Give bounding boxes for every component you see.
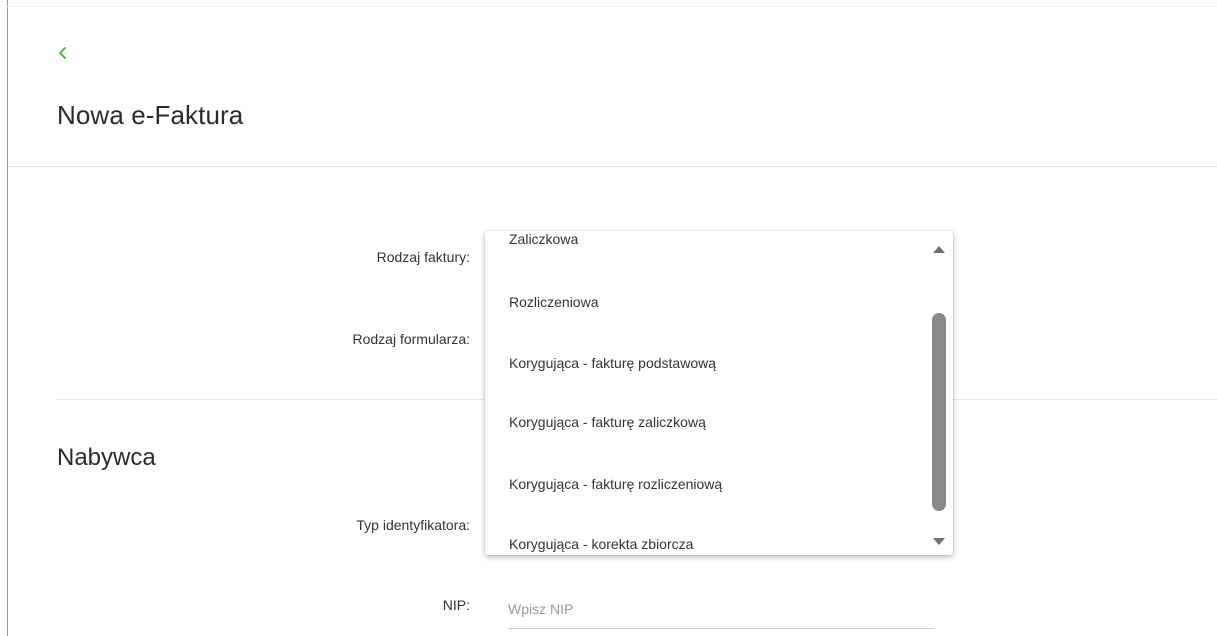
buyer-section-title: Nabywca	[57, 444, 156, 471]
invoice-type-dropdown[interactable]: Zaliczkowa Rozliczeniowa Korygująca - fa…	[485, 231, 953, 555]
triangle-up-icon[interactable]	[932, 241, 946, 253]
dropdown-option[interactable]: Korygująca - korekta zbiorcza	[509, 536, 929, 555]
scrollbar-thumb[interactable]	[932, 313, 946, 511]
nip-label: NIP:	[442, 597, 470, 613]
triangle-down-icon[interactable]	[932, 534, 946, 545]
dropdown-option[interactable]: Korygująca - fakturę zaliczkową	[509, 414, 929, 434]
dropdown-option[interactable]: Zaliczkowa	[509, 231, 929, 251]
page: Nowa e-Faktura Rodzaj faktury: Rodzaj fo…	[0, 0, 1217, 636]
left-accent-border	[7, 0, 8, 636]
chevron-left-icon[interactable]	[56, 44, 70, 62]
invoice-type-options-list: Zaliczkowa Rozliczeniowa Korygująca - fa…	[485, 231, 929, 555]
dropdown-option[interactable]: Korygująca - fakturę rozliczeniową	[509, 476, 929, 496]
identifier-type-label: Typ identyfikatora:	[356, 517, 470, 533]
dropdown-option[interactable]: Korygująca - fakturę podstawową	[509, 355, 929, 375]
dropdown-option[interactable]: Rozliczeniowa	[509, 294, 929, 314]
header-divider	[8, 166, 1217, 167]
top-border	[7, 6, 1217, 7]
invoice-type-label: Rodzaj faktury:	[376, 249, 470, 265]
form-type-label: Rodzaj formularza:	[352, 331, 471, 347]
page-title: Nowa e-Faktura	[57, 100, 244, 130]
nip-input[interactable]	[508, 590, 934, 629]
